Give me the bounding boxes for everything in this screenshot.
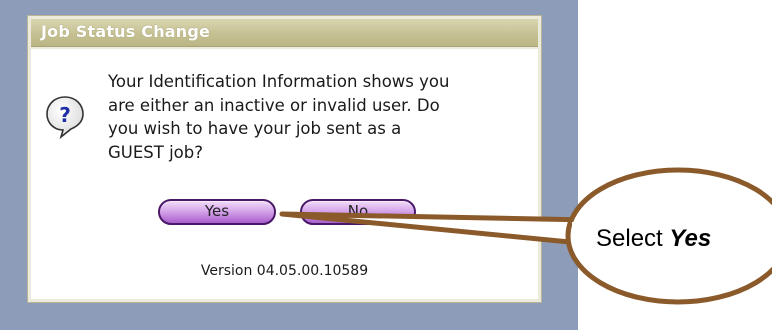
dialog-message: Your Identification Information shows yo…	[108, 72, 450, 162]
svg-text:?: ?	[59, 103, 71, 127]
version-label: Version 04.05.00.10589	[200, 263, 369, 279]
no-button[interactable]: No	[300, 199, 416, 225]
dialog-title: Job Status Change	[41, 22, 211, 41]
callout-prefix: Select	[596, 225, 670, 252]
callout-text: Select Yes	[596, 225, 756, 253]
dialog-titlebar: Job Status Change	[31, 19, 538, 47]
yes-button[interactable]: Yes	[158, 199, 276, 225]
callout-emphasis: Yes	[669, 225, 712, 252]
question-icon: ?	[46, 96, 84, 139]
